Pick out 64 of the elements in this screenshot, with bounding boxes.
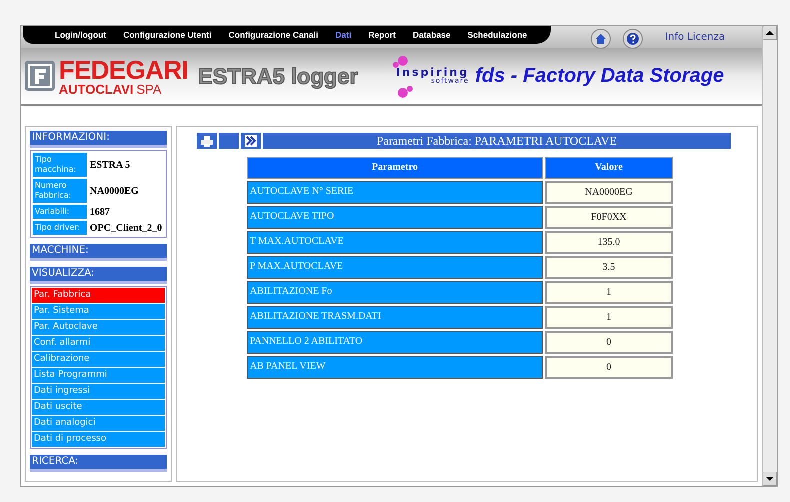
nav-link[interactable]: Configurazione Utenti [123,28,212,42]
section-title: RICERCA: [30,455,167,472]
table-cell: 3.5 [545,256,673,279]
scroll-up-icon[interactable] [763,26,777,40]
table-cell: 1 [545,306,673,329]
table-cell: 1 [545,281,673,304]
menu-item[interactable]: Calibrazione [32,352,165,367]
table-cell: ABILITAZIONE Fo [247,281,543,304]
table-cell: NA0000EG [545,181,673,204]
menu-item[interactable]: Lista Programmi [32,368,165,383]
home-icon[interactable] [591,29,612,49]
table-cell: F0F0XX [545,206,673,229]
menu-item[interactable]: Par. Fabbrica [32,288,165,303]
section-title: MACCHINE: [30,244,167,261]
nav-link[interactable]: Dati [336,28,352,42]
scroll-down-icon[interactable] [763,472,777,486]
info-value: 1687 [89,206,111,220]
menu-item[interactable]: Dati di processo [32,432,165,447]
table-cell: PANNELLO 2 ABILITATO [247,331,543,354]
info-label: Tipo driver: [32,220,88,236]
menu-item[interactable]: Par. Sistema [32,304,165,319]
page-title: Parametri Fabbrica: PARAMETRI AUTOCLAVE [263,133,731,149]
info-label: Numero Fabbrica: [32,178,88,204]
toolbar-slot [219,133,239,149]
info-value: ESTRA 5 [89,158,132,172]
info-value: NA0000EG [89,184,140,198]
scrollbar[interactable] [762,26,777,486]
column-header: Parametro [247,157,543,179]
table-cell: AUTOCLAVE TIPO [247,206,543,229]
product-name: ESTRA5 logger [198,62,358,91]
info-value: OPC_Client_2_0 [89,222,164,236]
column-header: Valore [545,157,673,179]
table-cell: AUTOCLAVE N° SERIE [247,181,543,204]
nav-link[interactable]: Report [368,28,396,42]
nav-link[interactable]: Configurazione Canali [228,28,318,42]
table-cell: 135.0 [545,231,673,254]
table-cell: 0 [545,331,673,354]
menu-item[interactable]: Par. Autoclave [32,320,165,335]
partner-name: Inspiring [396,67,470,78]
table-cell: T MAX.AUTOCLAVE [247,231,543,254]
menu-item[interactable]: Dati uscite [32,400,165,415]
nav-link[interactable]: Schedulazione [468,28,528,42]
print-icon[interactable] [197,133,217,149]
menu-item[interactable]: Dati ingressi [32,384,165,399]
info-label: Variabili: [32,204,88,220]
table-cell: ABILITAZIONE TRASM.DATI [247,306,543,329]
table-cell: 0 [545,356,673,379]
help-icon[interactable] [623,29,644,49]
menu-item[interactable]: Conf. allarmi [32,336,165,351]
menu-item[interactable]: Dati analogici [32,416,165,431]
brand-subtitle: AUTOCLAVI [59,82,134,96]
brand-suffix: SPA [136,82,162,96]
tagline: fds - Factory Data Storage [475,64,724,89]
forward-icon[interactable] [241,133,261,149]
info-licenza-link[interactable]: Info Licenza [665,30,726,44]
table-cell: P MAX.AUTOCLAVE [247,256,543,279]
logo-icon [25,61,55,91]
section-title: INFORMAZIONI: [30,131,167,148]
info-label: Tipo macchina: [32,152,88,178]
brand-name: FEDEGARI [59,56,188,82]
nav-link[interactable]: Login/logout [55,28,106,42]
section-title: VISUALIZZA: [30,267,167,284]
table-cell: AB PANEL VIEW [247,356,543,379]
nav-link[interactable]: Database [412,28,451,42]
